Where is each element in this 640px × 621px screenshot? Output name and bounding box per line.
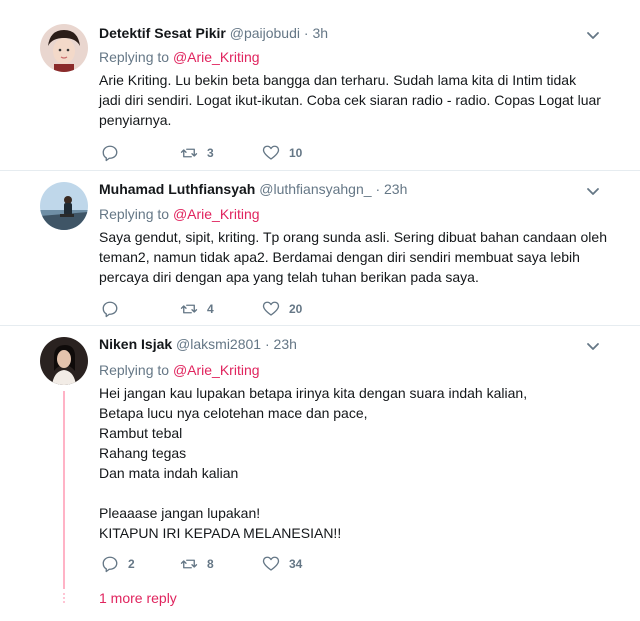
avatar[interactable] [40, 24, 88, 72]
heart-icon [262, 145, 280, 160]
retweet-count: 3 [207, 146, 214, 160]
replying-to-label: Replying to [99, 362, 173, 378]
tweet-2[interactable]: Muhamad Luthfiansyah @luthfiansyahgn_ · … [0, 170, 640, 326]
display-name[interactable]: Detektif Sesat Pikir [99, 25, 226, 41]
reply-count: 2 [128, 557, 135, 571]
retweet-button[interactable]: 3 [180, 144, 214, 162]
retweet-button[interactable]: 4 [180, 300, 214, 318]
tweet-text: Hei jangan kau lupakan betapa irinya kit… [99, 385, 528, 541]
reply-button[interactable]: 2 [101, 555, 135, 573]
separator-dot: · [375, 181, 381, 197]
chevron-down-icon[interactable] [585, 27, 601, 43]
timestamp[interactable]: 23h [384, 181, 407, 197]
like-button[interactable]: 10 [262, 144, 302, 162]
like-button[interactable]: 34 [262, 555, 302, 573]
tweet-3[interactable]: Niken Isjak @laksmi2801 · 23h Replying t… [0, 325, 640, 621]
replying-to-link[interactable]: @Arie_Kriting [173, 362, 260, 378]
tweet-header: Detektif Sesat Pikir @paijobudi · 3h [99, 25, 328, 41]
replying-to-label: Replying to [99, 206, 173, 222]
like-count: 34 [289, 557, 303, 571]
thread-line [63, 391, 65, 589]
replying-to: Replying to @Arie_Kriting [99, 49, 260, 65]
display-name[interactable]: Muhamad Luthfiansyah [99, 181, 255, 197]
reply-button[interactable] [101, 300, 128, 318]
tweet-text: Arie Kriting. Lu bekin beta bangga dan t… [99, 72, 601, 128]
user-handle[interactable]: @laksmi2801 [176, 336, 261, 352]
avatar[interactable] [40, 337, 88, 385]
retweet-icon [180, 148, 198, 158]
reply-icon [102, 145, 118, 162]
user-handle[interactable]: @luthfiansyahgn_ [259, 181, 371, 197]
retweet-count: 8 [207, 557, 214, 571]
show-more-replies-link[interactable]: 1 more reply [99, 590, 177, 606]
chevron-down-icon[interactable] [585, 338, 601, 354]
replying-to: Replying to @Arie_Kriting [99, 362, 260, 378]
separator-dot: · [264, 336, 270, 352]
reply-icon [102, 556, 118, 573]
display-name[interactable]: Niken Isjak [99, 336, 172, 352]
like-count: 10 [289, 146, 303, 160]
replying-to: Replying to @Arie_Kriting [99, 206, 260, 222]
separator-dot: · [303, 25, 309, 41]
reply-button[interactable] [101, 144, 128, 162]
reply-icon [102, 301, 118, 318]
heart-icon [262, 556, 280, 571]
replying-to-link[interactable]: @Arie_Kriting [173, 206, 260, 222]
tweet-header: Niken Isjak @laksmi2801 · 23h [99, 336, 297, 352]
avatar[interactable] [40, 182, 88, 230]
retweet-count: 4 [207, 302, 214, 316]
like-count: 20 [289, 302, 303, 316]
timestamp[interactable]: 3h [312, 25, 328, 41]
heart-icon [262, 301, 280, 316]
replying-to-label: Replying to [99, 49, 173, 65]
tweet-1[interactable]: Detektif Sesat Pikir @paijobudi · 3h Rep… [0, 0, 640, 171]
chevron-down-icon[interactable] [585, 183, 601, 199]
retweet-icon [180, 304, 198, 314]
retweet-button[interactable]: 8 [180, 555, 214, 573]
tweet-text: Saya gendut, sipit, kriting. Tp orang su… [99, 229, 607, 285]
retweet-icon [180, 559, 198, 569]
like-button[interactable]: 20 [262, 300, 302, 318]
thread-more-dots [61, 591, 67, 605]
replying-to-link[interactable]: @Arie_Kriting [173, 49, 260, 65]
user-handle[interactable]: @paijobudi [230, 25, 300, 41]
timestamp[interactable]: 23h [274, 336, 297, 352]
tweet-header: Muhamad Luthfiansyah @luthfiansyahgn_ · … [99, 181, 407, 197]
